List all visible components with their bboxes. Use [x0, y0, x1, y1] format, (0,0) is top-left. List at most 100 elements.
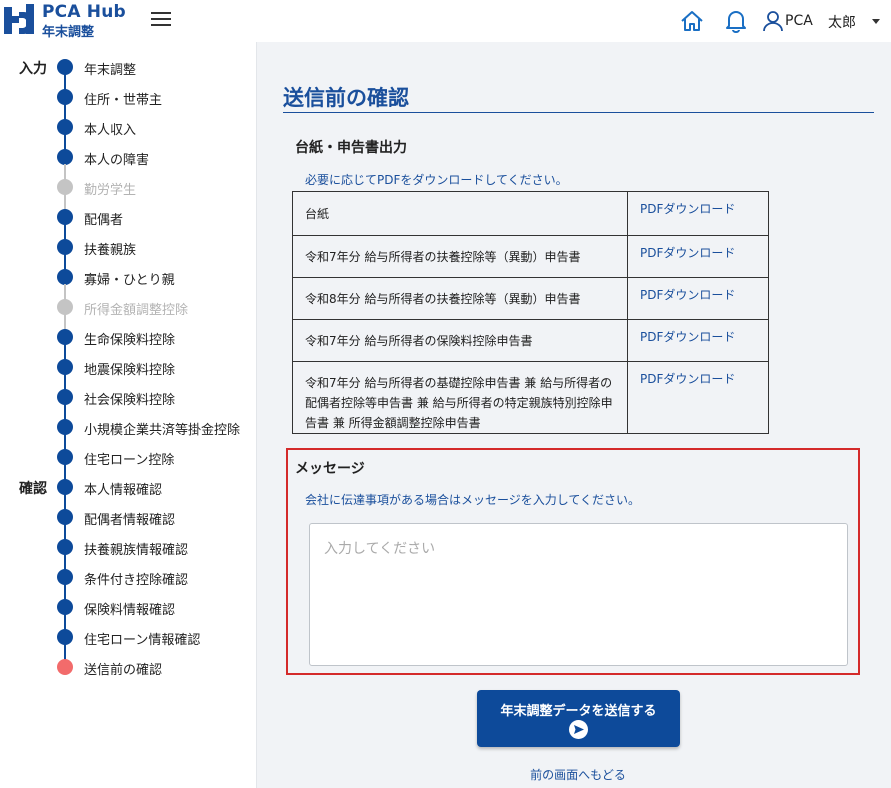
- sidebar-step-label: 寡婦・ひとり親: [84, 273, 175, 288]
- sidebar-step[interactable]: 本人情報確認: [0, 472, 256, 510]
- sidebar-step[interactable]: 小規模企業共済等掛金控除: [0, 412, 256, 450]
- form-row: 台紙 PDFダウンロード: [292, 191, 769, 236]
- pdf-download-link[interactable]: PDFダウンロード: [627, 319, 769, 362]
- sidebar-step-label: 小規模企業共済等掛金控除: [84, 423, 241, 438]
- step-status-dot: [57, 89, 73, 105]
- sidebar-step-label: 配偶者情報確認: [84, 513, 176, 528]
- sidebar-step-label: 勤労学生: [84, 183, 137, 198]
- form-name: 令和7年分 給与所得者の扶養控除等（異動）申告書: [292, 235, 628, 278]
- sidebar-step[interactable]: 住宅ローン控除: [0, 442, 256, 480]
- brand-subtitle: 年末調整: [42, 25, 95, 40]
- caret-down-icon[interactable]: [872, 19, 880, 24]
- step-status-dot: [57, 479, 73, 495]
- form-name: 令和7年分 給与所得者の保険料控除申告書: [292, 319, 628, 362]
- sidebar-step-label: 住宅ローン控除: [84, 453, 175, 468]
- forms-section-title: 台紙・申告書出力: [295, 140, 407, 156]
- form-name: 令和7年分 給与所得者の基礎控除申告書 兼 給与所得者の配偶者控除等申告書 兼 …: [292, 361, 628, 434]
- sidebar-step[interactable]: 寡婦・ひとり親: [0, 262, 256, 300]
- sidebar-step[interactable]: 社会保険料控除: [0, 382, 256, 420]
- step-status-dot: [57, 119, 73, 135]
- pdf-download-link[interactable]: PDFダウンロード: [627, 277, 769, 320]
- sidebar-step: 所得金額調整控除: [0, 292, 256, 330]
- step-status-dot: [57, 569, 73, 585]
- send-icon: [569, 720, 588, 739]
- sidebar: 入力 確認 年末調整 住所・世帯主 本人収入 本人の障害 勤労学生 配偶者 扶養親族 寡婦・ひ…: [0, 42, 256, 788]
- sidebar-step[interactable]: 配偶者: [0, 202, 256, 240]
- sidebar-step-label: 保険料情報確認: [84, 603, 176, 618]
- step-status-dot: [57, 329, 73, 345]
- sidebar-step[interactable]: 本人収入: [0, 112, 256, 150]
- sidebar-step-label: 条件付き控除確認: [84, 573, 189, 588]
- step-status-dot: [57, 599, 73, 615]
- page-title: 送信前の確認: [283, 86, 409, 110]
- sidebar-step[interactable]: 条件付き控除確認: [0, 562, 256, 600]
- sidebar-step-label: 本人の障害: [84, 153, 150, 168]
- step-status-dot: [57, 179, 73, 195]
- forms-section-hint: 必要に応じてPDFをダウンロードしてください。: [305, 173, 568, 187]
- bell-icon[interactable]: [725, 9, 747, 33]
- title-divider: [283, 112, 874, 113]
- home-icon[interactable]: [680, 10, 704, 32]
- message-section-hint: 会社に伝達事項がある場合はメッセージを入力してください。: [305, 493, 641, 507]
- sidebar-step[interactable]: 扶養親族情報確認: [0, 532, 256, 570]
- form-row: 令和7年分 給与所得者の基礎控除申告書 兼 給与所得者の配偶者控除等申告書 兼 …: [292, 361, 769, 434]
- sidebar-step[interactable]: 地震保険料控除: [0, 352, 256, 390]
- back-link[interactable]: 前の画面へもどる: [0, 766, 891, 783]
- sidebar-step-label: 年末調整: [84, 63, 137, 78]
- menu-icon[interactable]: [151, 12, 171, 28]
- sidebar-step[interactable]: 送信前の確認: [0, 652, 256, 682]
- sidebar-step-label: 配偶者: [84, 213, 124, 228]
- sidebar-step-label: 生命保険料控除: [84, 333, 176, 348]
- brand-name: PCA Hub: [42, 2, 126, 22]
- forms-table: 台紙 PDFダウンロード 令和7年分 給与所得者の扶養控除等（異動）申告書 PDFダウ…: [292, 191, 769, 434]
- step-status-dot: [57, 149, 73, 165]
- step-status-dot: [57, 209, 73, 225]
- form-row: 令和7年分 給与所得者の扶養控除等（異動）申告書 PDFダウンロード: [292, 235, 769, 278]
- message-input[interactable]: [309, 523, 848, 666]
- user-org: PCA: [785, 13, 813, 29]
- pdf-download-link[interactable]: PDFダウンロード: [627, 235, 769, 278]
- sidebar-step[interactable]: 生命保険料控除: [0, 322, 256, 360]
- sidebar-step-label: 住宅ローン情報確認: [84, 633, 201, 648]
- user-icon: [763, 11, 783, 32]
- submit-button[interactable]: 年末調整データを送信する: [477, 690, 680, 747]
- sidebar-step-label: 所得金額調整控除: [84, 303, 189, 318]
- sidebar-step-label: 社会保険料控除: [84, 393, 176, 408]
- step-status-dot: [57, 629, 73, 645]
- form-row: 令和7年分 給与所得者の保険料控除申告書 PDFダウンロード: [292, 319, 769, 362]
- step-status-dot: [57, 449, 73, 465]
- message-section-title: メッセージ: [295, 461, 365, 477]
- sidebar-step[interactable]: 住所・世帯主: [0, 82, 256, 120]
- user-name[interactable]: 太郎: [828, 12, 856, 32]
- sidebar-step[interactable]: 保険料情報確認: [0, 592, 256, 630]
- form-name: 令和8年分 給与所得者の扶養控除等（異動）申告書: [292, 277, 628, 320]
- form-row: 令和8年分 給与所得者の扶養控除等（異動）申告書 PDFダウンロード: [292, 277, 769, 320]
- form-name: 台紙: [292, 191, 628, 236]
- submit-button-label: 年末調整データを送信する: [500, 704, 657, 719]
- step-status-dot: [57, 539, 73, 555]
- step-status-dot: [57, 389, 73, 405]
- user-menu[interactable]: PCA: [762, 9, 813, 33]
- sidebar-step[interactable]: 配偶者情報確認: [0, 502, 256, 540]
- sidebar-step-label: 住所・世帯主: [84, 93, 163, 108]
- step-status-dot: [57, 59, 73, 75]
- sidebar-step-label: 送信前の確認: [84, 663, 163, 678]
- top-bar: PCA Hub 年末調整 PCA 太郎: [0, 0, 891, 42]
- step-status-dot: [57, 269, 73, 285]
- sidebar-step[interactable]: 年末調整: [0, 52, 256, 90]
- sidebar-step-label: 本人収入: [84, 123, 137, 138]
- step-status-dot: [57, 419, 73, 435]
- step-status-dot: [57, 239, 73, 255]
- sidebar-step[interactable]: 扶養親族: [0, 232, 256, 270]
- pdf-download-link[interactable]: PDFダウンロード: [627, 191, 769, 236]
- sidebar-step-label: 地震保険料控除: [84, 363, 176, 378]
- step-status-dot: [57, 659, 73, 675]
- sidebar-step-label: 扶養親族: [84, 243, 137, 258]
- sidebar-step-label: 本人情報確認: [84, 483, 163, 498]
- pdf-download-link[interactable]: PDFダウンロード: [627, 361, 769, 434]
- sidebar-step-label: 扶養親族情報確認: [84, 543, 189, 558]
- sidebar-step[interactable]: 住宅ローン情報確認: [0, 622, 256, 660]
- sidebar-step[interactable]: 本人の障害: [0, 142, 256, 180]
- step-status-dot: [57, 509, 73, 525]
- sidebar-step: 勤労学生: [0, 172, 256, 210]
